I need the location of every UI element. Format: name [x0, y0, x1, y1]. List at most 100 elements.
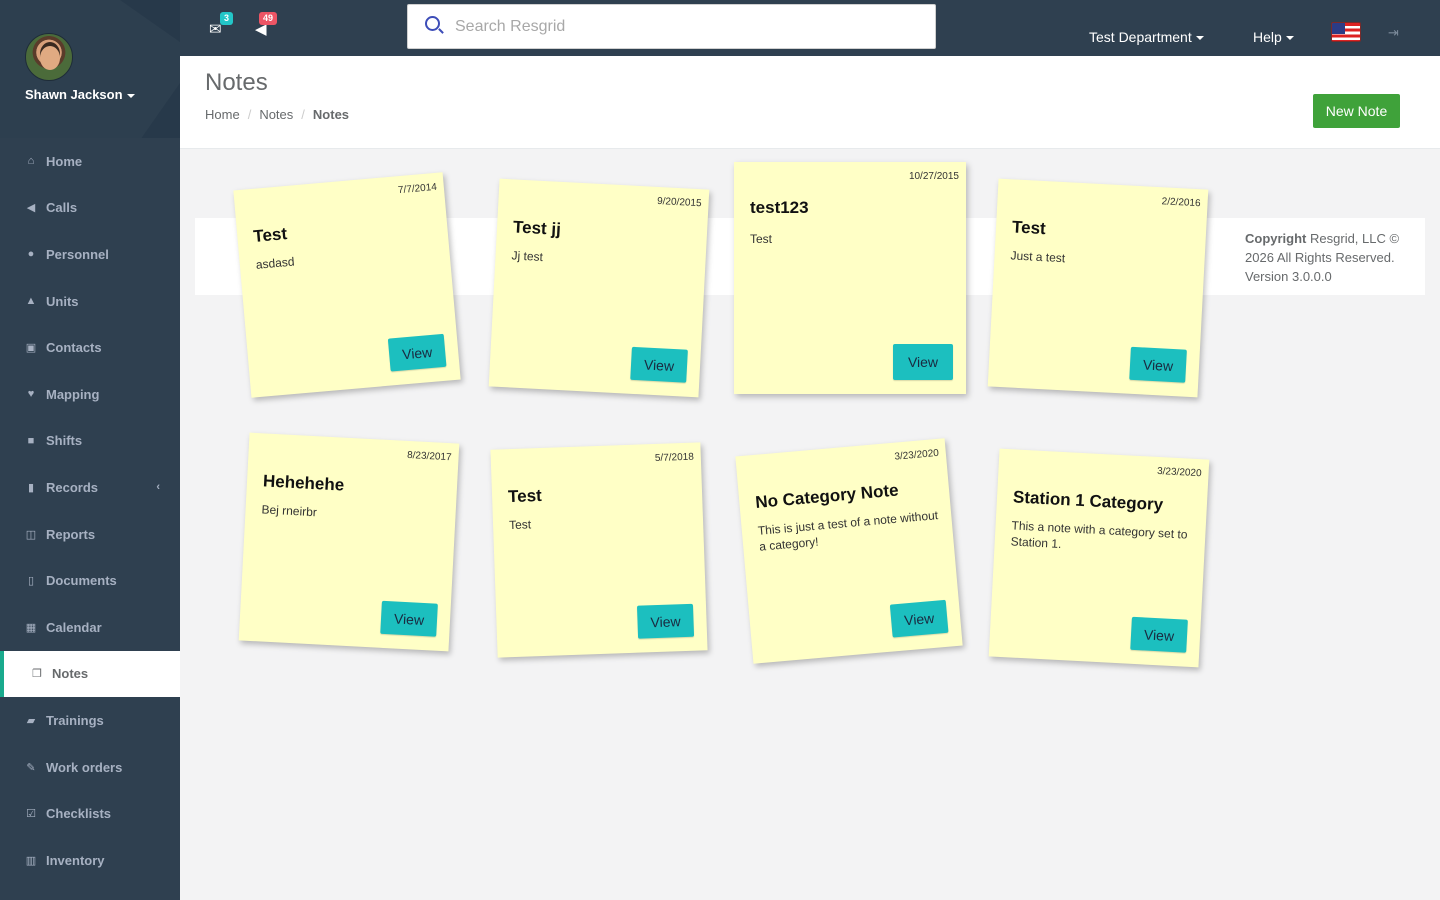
sidebar-item-label: Checklists — [46, 806, 112, 822]
messages-count-badge: 3 — [220, 12, 234, 25]
messages-button[interactable]: ✉ 3 — [209, 12, 234, 38]
breadcrumb-current: Notes — [312, 107, 350, 122]
view-note-button[interactable]: View — [1129, 346, 1187, 383]
sidebar-item-inventory[interactable]: ▥ Inventory — [0, 837, 180, 884]
note-body: Bej rneirbr — [261, 502, 318, 520]
sidebar-item-trainings[interactable]: ▰ Trainings — [0, 697, 180, 744]
document-icon: ▯ — [27, 575, 35, 588]
view-note-button[interactable]: View — [380, 600, 438, 637]
sidebar-item-label: Personnel — [46, 246, 109, 262]
note-body: asdasd — [255, 254, 296, 272]
note-title: Test — [252, 224, 288, 246]
note-date: 7/7/2014 — [397, 181, 438, 197]
sidebar-item-shifts[interactable]: ■ Shifts — [0, 418, 180, 465]
contact-card-icon: ▣ — [25, 342, 37, 355]
wrench-icon: ✎ — [26, 761, 36, 774]
sidebar-item-mapping[interactable]: ♥ Mapping — [0, 371, 180, 418]
note-body: This a note with a category set to Stati… — [1010, 518, 1188, 552]
note-date: 8/23/2017 — [406, 449, 452, 464]
caret-down-icon — [1285, 36, 1294, 41]
sidebar-item-label: Contacts — [46, 340, 102, 356]
logout-icon[interactable]: ⇥ — [1388, 25, 1399, 41]
note-title: Test — [507, 485, 543, 507]
sidebar-item-records[interactable]: ▮ Records ‹ — [0, 464, 180, 511]
note-title: Station 1 Category — [1012, 487, 1164, 515]
barcode-icon: ▥ — [25, 854, 37, 867]
help-dropdown[interactable]: Help — [1253, 29, 1294, 45]
sidebar-item-personnel[interactable]: ● Personnel — [0, 231, 180, 278]
view-note-button[interactable]: View — [1130, 616, 1188, 653]
file-icon: ▮ — [27, 481, 35, 494]
note-card: 3/23/2020 Station 1 Category This a note… — [988, 448, 1210, 668]
truck-icon: ▲ — [25, 295, 37, 308]
sidebar-item-checklists[interactable]: ☑ Checklists — [0, 790, 180, 837]
sidebar-item-units[interactable]: ▲ Units — [0, 278, 180, 325]
bullhorn-icon: ◀ — [26, 202, 36, 215]
sidebar-item-label: Trainings — [46, 712, 104, 728]
sidebar-item-contacts[interactable]: ▣ Contacts — [0, 324, 180, 371]
sidebar-item-label: Inventory — [46, 852, 105, 868]
search-input[interactable] — [455, 15, 915, 39]
breadcrumb-separator: / — [301, 107, 305, 122]
chevron-left-icon: ‹ — [156, 481, 160, 494]
sidebar-item-calendar[interactable]: ▦ Calendar — [0, 604, 180, 651]
page-title: Notes — [205, 69, 268, 96]
view-note-button[interactable]: View — [387, 333, 447, 372]
sidebar-item-calls[interactable]: ◀ Calls — [0, 185, 180, 232]
department-label: Test Department — [1089, 29, 1192, 45]
sidebar-item-notes[interactable]: ❐ Notes — [0, 650, 180, 698]
sidebar-item-label: Units — [46, 293, 79, 309]
calendar-icon: ▦ — [25, 621, 37, 634]
notes-icon: ❐ — [32, 668, 42, 681]
note-title: Test — [1011, 217, 1047, 239]
search-box — [407, 4, 936, 49]
view-note-button[interactable]: View — [636, 603, 695, 639]
sidebar-item-label: Records — [46, 479, 99, 495]
note-card: 9/20/2015 Test jj Jj test View — [488, 178, 710, 398]
sidebar-item-label: Work orders — [46, 759, 123, 775]
profile-menu[interactable]: Shawn Jackson — [25, 87, 135, 102]
view-note-button[interactable]: View — [630, 346, 688, 383]
view-note-button[interactable]: View — [893, 344, 953, 380]
copyright-label: Copyright — [1245, 231, 1307, 246]
view-note-button[interactable]: View — [889, 599, 949, 638]
sidebar-item-documents[interactable]: ▯ Documents — [0, 557, 180, 604]
calls-button[interactable]: ◀ 49 — [255, 12, 278, 38]
note-date: 9/20/2015 — [656, 195, 702, 210]
note-date: 3/23/2020 — [1156, 465, 1202, 480]
note-date: 3/23/2020 — [894, 447, 940, 463]
breadcrumb-home[interactable]: Home — [205, 107, 240, 122]
note-date: 5/7/2018 — [654, 451, 695, 464]
note-card: 8/23/2017 Hehehehe Bej rneirbr View — [238, 432, 460, 652]
note-card: 3/23/2020 No Category Note This is just … — [735, 438, 963, 664]
map-marker-icon: ♥ — [27, 388, 35, 401]
briefcase-icon: ■ — [27, 434, 35, 447]
sidebar-item-label: Shifts — [46, 433, 83, 449]
calls-count-badge: 49 — [259, 12, 278, 25]
note-card: 5/7/2018 Test Test View — [490, 442, 708, 658]
book-icon: ▰ — [26, 714, 36, 727]
note-body: Test — [750, 232, 773, 246]
breadcrumb-notes[interactable]: Notes — [259, 107, 293, 122]
sidebar-item-reports[interactable]: ◫ Reports — [0, 511, 180, 558]
sidebar-item-label: Documents — [46, 573, 117, 589]
department-dropdown[interactable]: Test Department — [1089, 29, 1204, 45]
sidebar-item-label: Calls — [46, 200, 78, 216]
breadcrumb: Home / Notes / Notes — [205, 107, 349, 122]
top-navbar: ✉ 3 ◀ 49 Test Department Help ⇥ — [180, 0, 1440, 56]
sidebar-item-home[interactable]: ⌂ Home — [0, 138, 180, 185]
sidebar-item-label: Reports — [46, 526, 96, 542]
avatar[interactable] — [25, 33, 73, 81]
sidebar: Shawn Jackson ⌂ Home ◀ Calls ● Personnel ▲ U… — [0, 0, 180, 900]
sidebar-item-label: Home — [46, 153, 83, 169]
note-date: 2/2/2016 — [1161, 196, 1201, 210]
user-icon: ● — [27, 248, 35, 261]
note-title: Test jj — [512, 217, 562, 239]
us-flag-icon[interactable] — [1331, 22, 1361, 42]
sidebar-nav: ⌂ Home ◀ Calls ● Personnel ▲ Units ▣ Contacts… — [0, 138, 180, 884]
sidebar-item-work-orders[interactable]: ✎ Work orders — [0, 744, 180, 791]
note-body: This is just a test of a note without a … — [757, 508, 939, 554]
new-note-button[interactable]: New Note — [1313, 94, 1400, 128]
note-card: 2/2/2016 Test Just a test View — [987, 178, 1209, 398]
user-name: Shawn Jackson — [25, 87, 123, 102]
